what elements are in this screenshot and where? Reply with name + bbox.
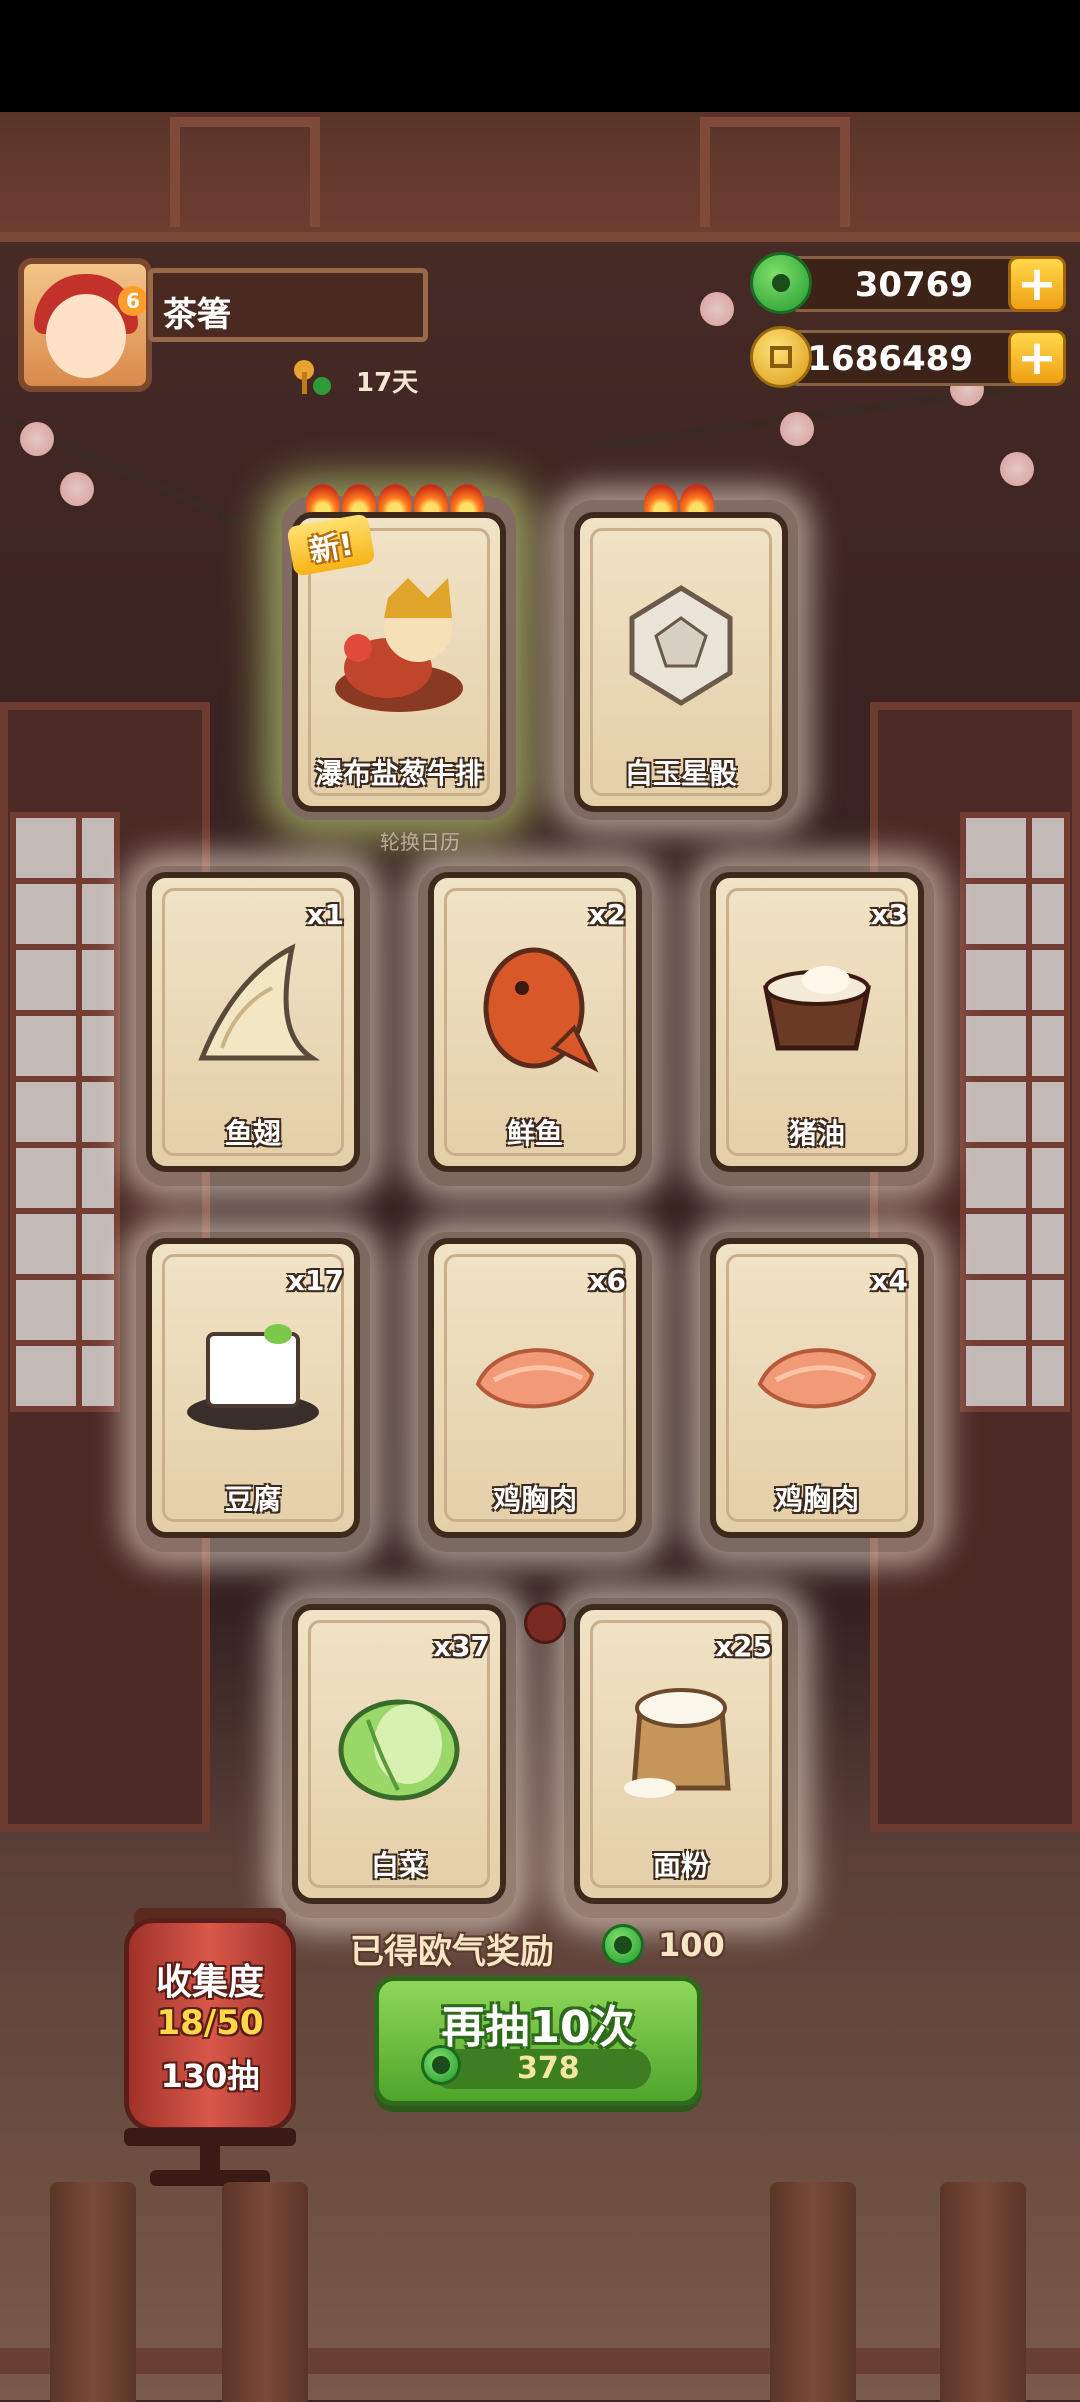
jade-bar: 30769	[790, 256, 1040, 312]
fence-post	[770, 2182, 856, 2402]
ingredient-card[interactable]: x37 白菜	[292, 1604, 506, 1904]
luck-reward-value: 100	[658, 1926, 725, 1964]
name-plate: 茶箸	[148, 268, 428, 342]
days-counter: 17天	[356, 368, 419, 398]
card-quantity: x6	[588, 1264, 626, 1297]
card-quantity: x3	[870, 898, 908, 931]
roof-truss	[170, 117, 320, 227]
collection-title: 收集度	[155, 1962, 264, 2003]
level-badge-icon: 6	[118, 286, 146, 316]
chicken-breast-icon	[475, 1348, 595, 1409]
jade-icon	[421, 2045, 461, 2085]
player-avatar[interactable]: 6	[18, 258, 152, 392]
card-quantity: x37	[432, 1630, 490, 1663]
card-name: 鸡胸肉	[492, 1483, 577, 1516]
card-name: 鲜鱼	[506, 1117, 563, 1150]
add-coins-button[interactable]: +	[1008, 330, 1066, 386]
card-name: 猪油	[788, 1117, 845, 1150]
card-quantity: x17	[286, 1264, 344, 1297]
background-sign: 轮换日历	[380, 830, 460, 854]
blossom	[20, 422, 54, 456]
ingredient-card[interactable]: x3 猪油	[710, 872, 924, 1172]
collection-lantern[interactable]: 收集度 18/50 130抽	[124, 1918, 296, 2132]
card-quantity: x4	[870, 1264, 908, 1297]
blossom	[780, 412, 814, 446]
status-bar	[0, 0, 1080, 112]
card-name: 白菜	[370, 1849, 427, 1882]
flour-sack-icon	[624, 1688, 731, 1798]
featured-card-dice[interactable]: 白玉星骰	[574, 512, 788, 812]
roof-beam	[0, 112, 1080, 242]
collection-draws: 130抽	[160, 2057, 260, 2095]
add-jade-button[interactable]: +	[1008, 256, 1066, 312]
ingredient-card[interactable]: x6 鸡胸肉	[428, 1238, 642, 1538]
dice-icon	[629, 585, 733, 706]
blossom	[700, 292, 734, 326]
shark-fin-icon	[198, 943, 321, 1061]
card-name: 豆腐	[224, 1483, 281, 1516]
sprout-icon	[294, 360, 331, 395]
card-quantity: x1	[306, 898, 344, 931]
jade-icon	[750, 252, 812, 314]
card-name: 鱼翅	[224, 1117, 281, 1150]
collection-progress: 18/50	[156, 2003, 264, 2043]
chicken-breast-icon	[757, 1348, 877, 1409]
draw-again-button[interactable]: 再抽10次 378	[374, 1976, 702, 2106]
card-quantity: x25	[714, 1630, 772, 1663]
blossom	[60, 472, 94, 506]
luck-reward-label: 已得欧气奖励	[350, 1932, 554, 1972]
coin-bar: 81686489	[784, 330, 1040, 386]
draw-cost-value: 378	[517, 2051, 580, 2086]
tofu-icon	[187, 1324, 319, 1430]
left-window	[10, 812, 120, 1412]
cabbage-icon	[338, 1699, 460, 1801]
ingredient-card[interactable]: x25 面粉	[574, 1604, 788, 1904]
ornament-icon	[524, 1602, 566, 1644]
coin-amount: 81686489	[783, 339, 973, 379]
blossom	[1000, 452, 1034, 486]
draw-cost: 378	[421, 2045, 651, 2089]
coin-icon	[750, 326, 812, 388]
card-name: 鸡胸肉	[774, 1483, 859, 1516]
ingredient-card[interactable]: x17 豆腐	[146, 1238, 360, 1538]
player-name: 茶箸	[163, 295, 231, 335]
card-name: 面粉	[652, 1849, 709, 1882]
lard-bowl-icon	[762, 966, 872, 1051]
fence-post	[50, 2182, 136, 2402]
jade-amount: 30769	[854, 265, 973, 305]
floor-rail	[0, 2348, 1080, 2374]
fence-post	[222, 2182, 308, 2402]
ingredient-card[interactable]: x2 鲜鱼	[428, 872, 642, 1172]
roof-truss	[700, 117, 850, 227]
ingredient-card[interactable]: x4 鸡胸肉	[710, 1238, 924, 1538]
draw-button-label: 再抽10次	[441, 2002, 635, 2053]
steak-dish-icon	[335, 578, 463, 712]
right-window	[960, 812, 1070, 1412]
fence-post	[940, 2182, 1026, 2402]
card-name: 白玉星骰	[624, 757, 737, 790]
ingredient-card[interactable]: x1 鱼翅	[146, 872, 360, 1172]
card-name: 瀑布盐葱牛排	[314, 757, 483, 790]
jade-icon	[602, 1924, 644, 1966]
fish-icon	[483, 947, 599, 1073]
card-quantity: x2	[588, 898, 626, 931]
